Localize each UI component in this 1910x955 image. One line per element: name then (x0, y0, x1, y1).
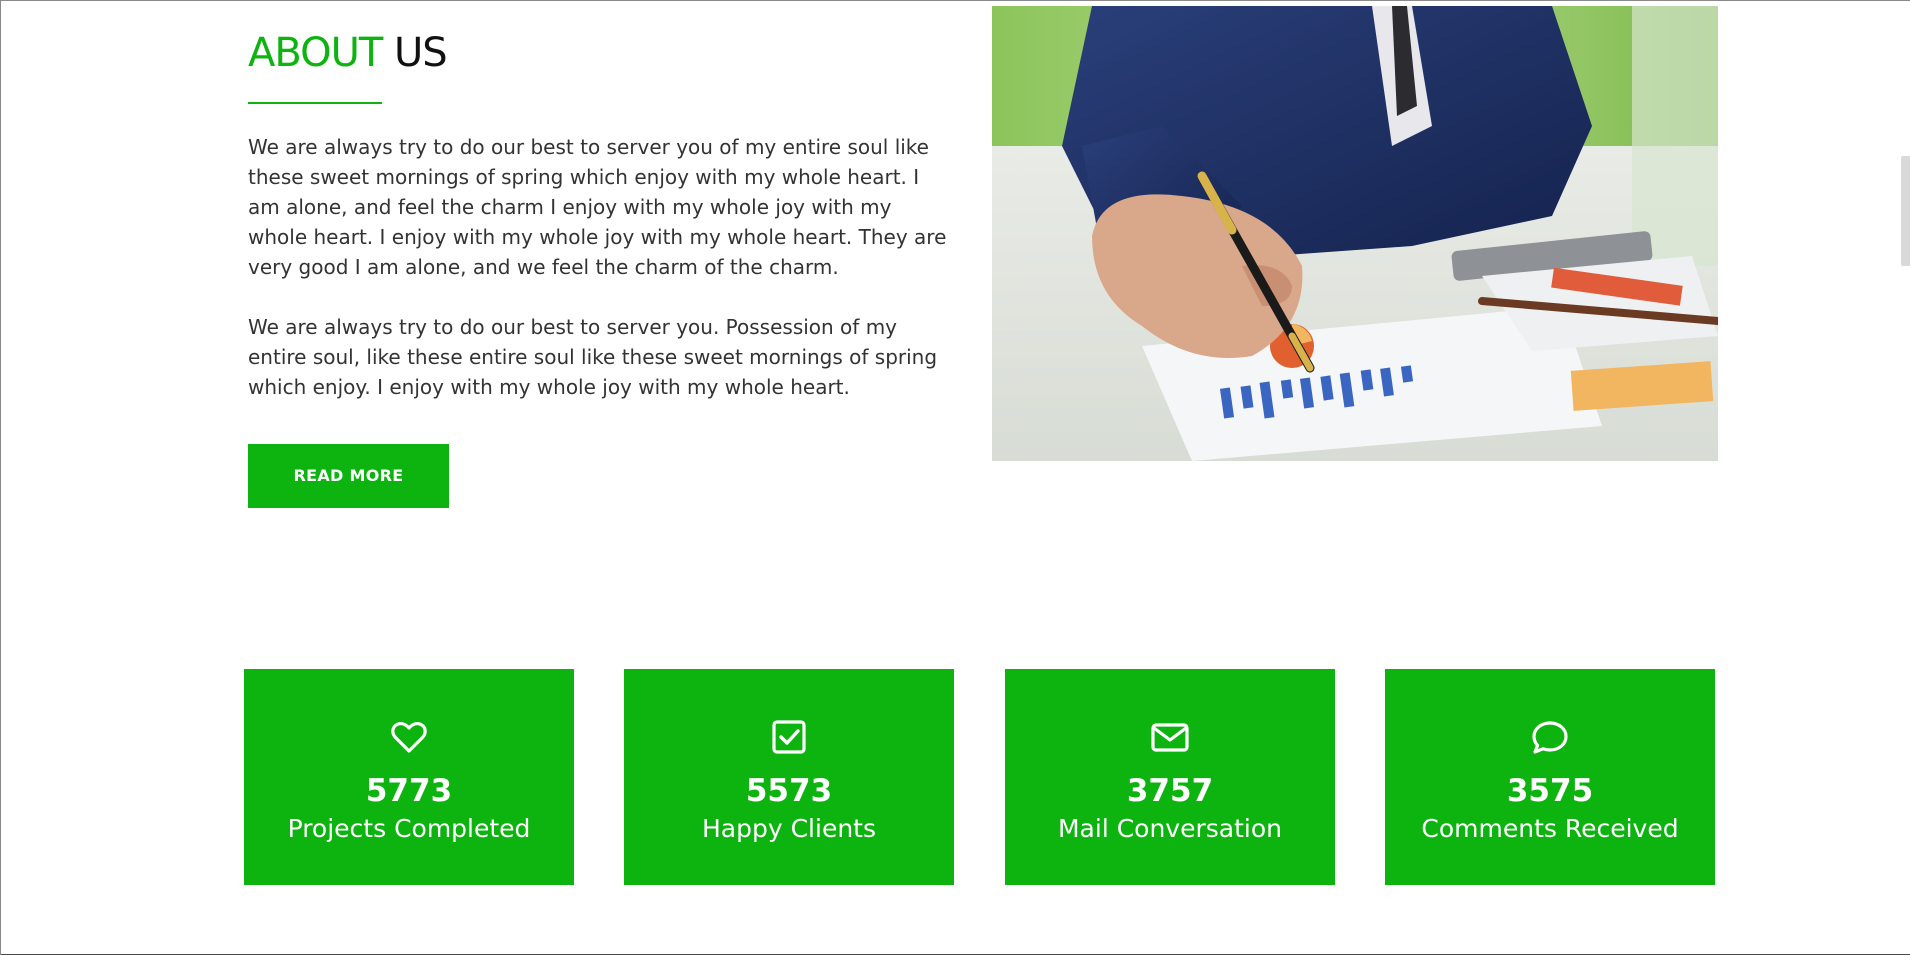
read-more-button[interactable]: READ MORE (248, 444, 449, 508)
about-heading-rest: US (394, 30, 448, 76)
about-heading-accent: ABOUT (248, 30, 383, 76)
page: ABOUT US We are always try to do our bes… (0, 0, 1910, 955)
stat-value: 5573 (745, 773, 833, 809)
stat-card-projects: 5773 Projects Completed (244, 669, 574, 885)
stats-section: 5773 Projects Completed 5573 Happy Clien… (244, 669, 1716, 885)
about-heading: ABOUT US (248, 27, 448, 79)
stat-value: 3575 (1506, 773, 1594, 809)
about-paragraph-1: We are always try to do our best to serv… (248, 135, 947, 279)
business-photo (992, 6, 1718, 461)
stat-value: 5773 (365, 773, 453, 809)
stat-card-comments: 3575 Comments Received (1385, 669, 1715, 885)
business-photo-illustration (992, 6, 1718, 461)
envelope-icon (1150, 717, 1190, 757)
stat-label: Comments Received (1421, 814, 1679, 843)
comment-icon (1530, 717, 1570, 757)
about-paragraph-2: We are always try to do our best to serv… (248, 315, 938, 399)
check-square-icon (769, 717, 809, 757)
heading-underline (248, 102, 382, 104)
about-text: We are always try to do our best to serv… (248, 132, 953, 432)
stat-label: Projects Completed (287, 814, 531, 843)
heart-icon (389, 717, 429, 757)
scrollbar-thumb[interactable] (1901, 156, 1910, 266)
stat-card-mail: 3757 Mail Conversation (1005, 669, 1335, 885)
stat-label: Mail Conversation (1057, 814, 1282, 843)
stat-value: 3757 (1126, 773, 1214, 809)
stat-label: Happy Clients (702, 814, 876, 843)
stat-card-clients: 5573 Happy Clients (624, 669, 954, 885)
